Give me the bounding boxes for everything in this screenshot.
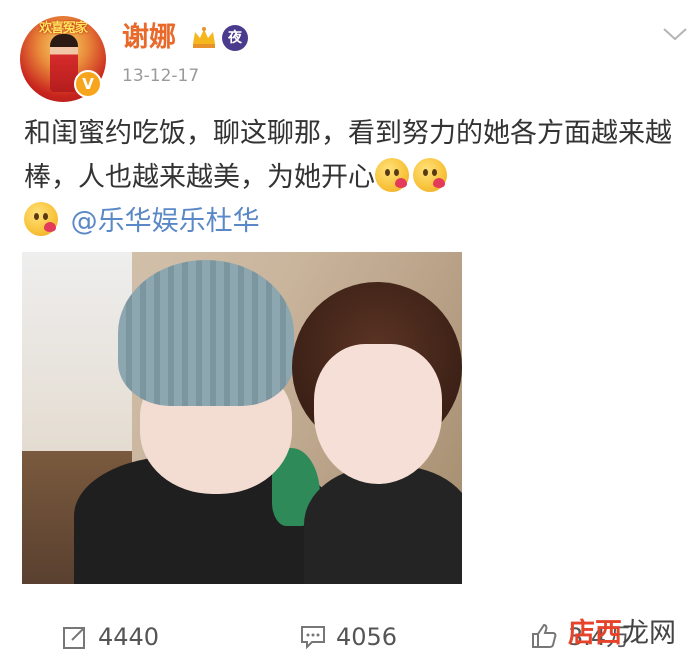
repost-icon: [63, 627, 85, 649]
site-watermark: 店西龙网: [568, 612, 676, 656]
comment-icon: [301, 626, 325, 650]
thumbs-up-icon: [532, 623, 557, 648]
photo-knit-hat: [118, 260, 294, 406]
kiss-face-emoji-icon: [375, 158, 409, 192]
post-text-main: 和闺蜜约吃饭，聊这聊那，看到努力的她各方面越来越棒，人也越来越美，为她开心: [24, 118, 672, 193]
night-badge-icon: 夜: [222, 25, 248, 51]
verified-badge-icon: V: [74, 70, 102, 98]
author-name[interactable]: 谢娜: [122, 18, 176, 58]
post-photo[interactable]: [22, 252, 462, 584]
photo-person-right-face: [314, 344, 442, 484]
chevron-down-icon[interactable]: [662, 24, 688, 44]
repost-button[interactable]: 4440: [62, 620, 159, 654]
crown-icon: [193, 27, 215, 48]
post-timestamp: 13-12-17: [122, 66, 200, 86]
watermark-part-b: 龙网: [622, 618, 676, 649]
post-body: 和闺蜜约吃饭，聊这聊那，看到努力的她各方面越来越棒，人也越来越美，为她开心 @乐…: [24, 112, 674, 244]
comment-count: 4056: [336, 623, 398, 651]
repost-count: 4440: [98, 623, 160, 651]
comment-button[interactable]: 4056: [300, 620, 397, 654]
mention-link[interactable]: @乐华娱乐杜华: [71, 206, 260, 237]
watermark-part-a: 店西: [568, 618, 622, 649]
kiss-face-emoji-icon: [24, 202, 58, 236]
kiss-face-emoji-icon: [413, 158, 447, 192]
